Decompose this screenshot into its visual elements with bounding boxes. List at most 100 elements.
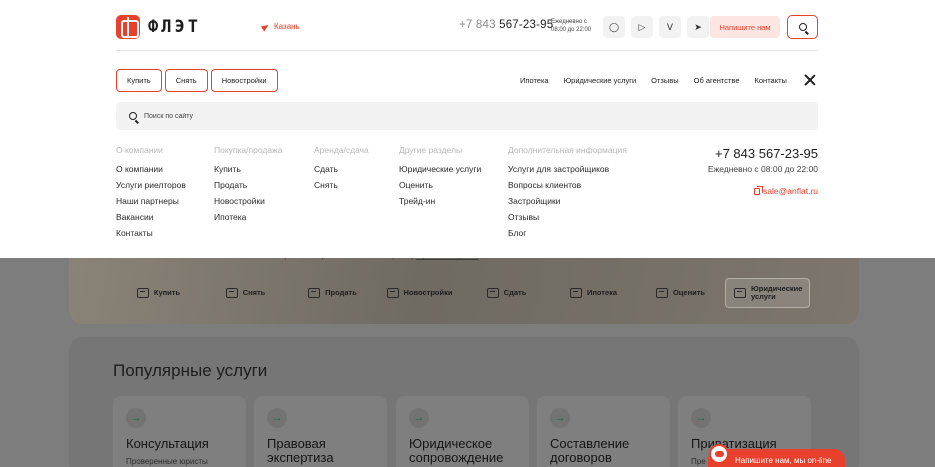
service-title: Юридическое сопровождение [409,436,504,465]
service-title: Консультация [126,436,209,451]
header-hours: Ежедневно с 08:00 до 22:00 [551,19,592,33]
menu-tabs: Купить Снять Новостройки [116,69,278,92]
tab-1[interactable]: Снять [164,69,208,92]
service-card[interactable]: → Консультация Проверенные юристы [113,396,246,467]
site-search [116,102,818,130]
category-label: Купить [153,288,181,297]
tab-0[interactable]: Купить [116,69,162,92]
menu-column-2: Аренда/сдача Сдать Снять [314,145,369,193]
location-arrow-icon [260,22,271,31]
write-us-button[interactable]: Напишите нам [710,16,780,38]
menu-link[interactable]: Услуги риелторов [116,177,186,193]
menu-link[interactable]: Трейд-ин [399,193,481,209]
copy-icon[interactable] [754,185,763,195]
category-label: Оценить [672,288,706,297]
header-phone[interactable]: +7 843 567-23-95 [459,19,553,31]
menu-column-0: О компании О компании Услуги риелторов Наши… [116,145,186,241]
youtube-button[interactable]: ▷ [631,16,653,38]
category-tile[interactable]: Оценить [638,278,723,308]
logo-text: ФЛЭТ [148,17,201,37]
category-label: Снять [242,288,266,297]
menu-link[interactable]: Продать [214,177,282,193]
menu-link[interactable]: Отзывы [508,209,627,225]
header-divider [116,50,818,51]
menu-link[interactable]: Наши партнеры [116,193,186,209]
column-heading: Аренда/сдача [314,145,369,155]
category-tile[interactable]: Сдать [464,278,549,308]
search-icon [129,112,137,120]
category-strip: Купить Снять Продать Новостройки Сдать Ипотек… [116,278,810,308]
menu-link[interactable]: Ипотека [214,209,282,225]
menu-link[interactable]: Новостройки [214,193,282,209]
nav-link-2[interactable]: Отзывы [651,76,678,85]
chat-bubble-icon[interactable] [709,444,729,464]
category-icon [734,288,746,298]
category-tile[interactable]: Новостройки [377,278,462,308]
arrow-right-icon: → [409,408,429,428]
menu-link[interactable]: Сдать [314,161,369,177]
menu-link[interactable]: Контакты [116,225,186,241]
column-heading: Покупка/продажа [214,145,283,155]
category-icon [486,288,499,298]
contact-hours: Ежедневно с 08:00 до 22:00 [707,164,818,174]
menu-contact: +7 843 567-23-95 Ежедневно с 08:00 до 22… [680,146,818,196]
telegram-button[interactable]: ➤ [687,16,709,38]
category-tile[interactable]: Продать [290,278,375,308]
nav-link-0[interactable]: Ипотека [520,76,549,85]
category-tile[interactable]: Ипотека [551,278,636,308]
contact-email[interactable]: sale@anflat.ru [680,185,818,196]
search-icon [798,23,807,31]
logo-icon [116,15,140,39]
menu-link[interactable]: Снять [314,177,369,193]
arrow-right-icon: → [126,408,146,428]
header-bar: ФЛЭТ Казань +7 843 567-23-95 Ежедневно с… [116,14,818,40]
arrow-right-icon: → [691,408,711,428]
city-label: Казань [274,22,300,31]
vk-button[interactable]: ꓦ [659,16,681,38]
service-subtitle: Проверенные юристы [126,457,208,466]
column-heading: Дополнительная информация [508,145,627,155]
category-label: Ипотека [586,288,618,297]
menu-link[interactable]: Купить [214,161,282,177]
menu-link[interactable]: О компании [116,161,186,177]
arrow-right-icon: → [550,408,570,428]
search-button[interactable] [787,15,818,39]
top-nav: Ипотека Юридические услуги Отзывы Об агентс… [520,76,787,85]
category-icon [136,288,149,298]
menu-link[interactable]: Юридические услуги [399,161,481,177]
category-tile[interactable]: Купить [116,278,201,308]
service-card[interactable]: → Юридическое сопровождение [396,396,529,467]
category-tile[interactable]: Снять [203,278,288,308]
menu-link[interactable]: Вакансии [116,209,186,225]
vk-icon: ꓦ [666,21,674,32]
nav-link-4[interactable]: Контакты [755,76,787,85]
service-card[interactable]: → Правовая экспертиза [254,396,387,467]
tab-2[interactable]: Новостройки [210,69,278,92]
menu-link[interactable]: Услуги для застройщиков [508,161,627,177]
services-title: Популярные услуги [113,361,268,380]
service-title: Правовая экспертиза [267,436,334,465]
chat-label: Напишите нам, мы on-line [735,455,832,465]
menu-link[interactable]: Застройщики [508,193,627,209]
nav-link-1[interactable]: Юридические услуги [564,76,637,85]
menu-link[interactable]: Вопросы клиентов [508,177,627,193]
popular-services: Популярные услуги → Консультация Проверенн… [69,337,859,467]
menu-column-1: Покупка/продажа Купить Продать Новостройки И… [214,145,282,225]
category-icon [308,288,321,298]
nav-link-3[interactable]: Об агентстве [694,76,740,85]
mega-menu: ФЛЭТ Казань +7 843 567-23-95 Ежедневно с… [0,0,935,258]
service-card[interactable]: → Составление договоров [537,396,670,467]
menu-link[interactable]: Оценить [399,177,481,193]
category-tile[interactable]: Юридические услуги [725,278,810,308]
whatsapp-button[interactable]: ◯ [603,16,625,38]
menu-link[interactable]: Блог [508,225,627,241]
logo[interactable]: ФЛЭТ [116,15,201,39]
site-search-input[interactable] [144,112,744,120]
service-title: Составление договоров [550,436,630,465]
category-icon [655,288,668,298]
contact-phone[interactable]: +7 843 567-23-95 [680,146,818,161]
category-label: Юридические услуги [751,284,803,301]
close-icon[interactable] [803,73,817,87]
city-selector[interactable]: Казань [260,22,300,31]
menu-column-3: Другие разделы Юридические услуги Оценить Т… [399,145,481,209]
